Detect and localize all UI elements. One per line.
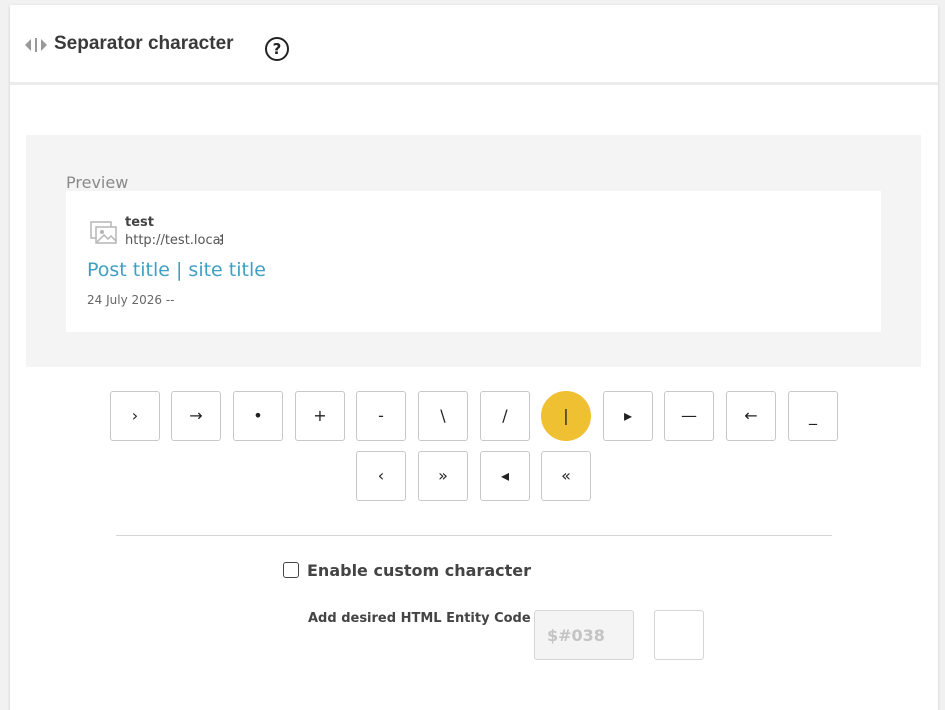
entity-code-label: Add desired HTML Entity Code	[308, 611, 531, 626]
separator-option-pipe-selected[interactable]: |	[541, 391, 591, 441]
serp-preview-card: test http://test.local Post title | site…	[66, 191, 881, 332]
custom-character-preview	[654, 610, 704, 660]
preview-label: Preview	[66, 173, 129, 192]
separator-option-chevron-left[interactable]: ‹	[356, 451, 406, 501]
site-url: http://test.local	[125, 233, 225, 248]
separator-option-slash[interactable]: /	[480, 391, 530, 441]
entity-code-input[interactable]	[534, 610, 634, 660]
separator-option-triangle-left[interactable]: ◂	[480, 451, 530, 501]
separator-option-backslash[interactable]: \	[418, 391, 468, 441]
separator-option-em-dash[interactable]: —	[664, 391, 714, 441]
drag-handle-icon[interactable]	[25, 38, 47, 52]
separator-option-arrow-right[interactable]: →	[171, 391, 221, 441]
separator-option-bullet[interactable]: •	[233, 391, 283, 441]
enable-custom-checkbox[interactable]	[283, 562, 299, 578]
preview-box: Preview test http://test.local Post titl…	[26, 135, 921, 367]
page-title: Separator character	[54, 33, 234, 54]
help-icon[interactable]: ?	[265, 37, 289, 61]
separator-option-triangle-right[interactable]: ▸	[603, 391, 653, 441]
separator-option-underscore[interactable]: _	[788, 391, 838, 441]
panel-header: Separator character ?	[10, 5, 938, 85]
enable-custom-label[interactable]: Enable custom character	[307, 561, 531, 580]
post-date: 24 July 2026 --	[87, 293, 175, 307]
separator-option-double-chevron-left[interactable]: «	[541, 451, 591, 501]
site-name: test	[125, 215, 154, 230]
post-title-link[interactable]: Post title | site title	[87, 259, 266, 281]
divider	[116, 535, 832, 536]
separator-option-plus[interactable]: +	[295, 391, 345, 441]
separator-option-arrow-left[interactable]: ←	[726, 391, 776, 441]
more-vertical-icon[interactable]	[217, 233, 225, 247]
separator-settings-panel: Separator character ? Preview test http:…	[10, 5, 938, 710]
separator-option-hyphen[interactable]: -	[356, 391, 406, 441]
separator-option-chevron-right[interactable]: ›	[110, 391, 160, 441]
image-placeholder-icon	[90, 221, 117, 244]
separator-option-double-chevron-right[interactable]: »	[418, 451, 468, 501]
